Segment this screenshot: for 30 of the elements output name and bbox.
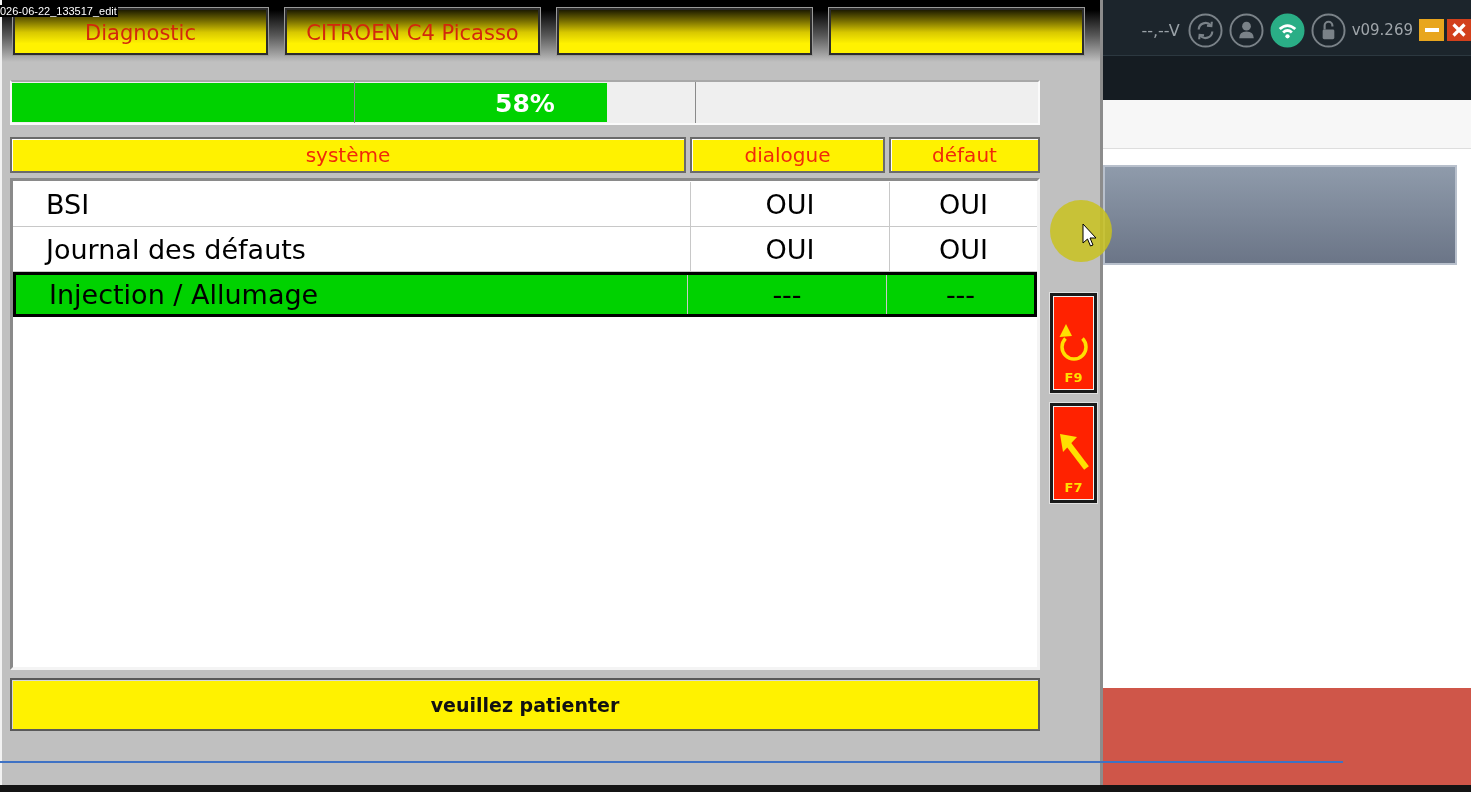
column-header: défaut bbox=[889, 137, 1040, 173]
recording-title: 026-06-22_133517_edit bbox=[0, 5, 118, 17]
close-button[interactable] bbox=[1447, 19, 1471, 41]
progress-reading: 58% bbox=[495, 88, 555, 117]
minimize-icon bbox=[1424, 28, 1439, 32]
voltage-reading: --,--V bbox=[1141, 20, 1180, 40]
circular-arrow-icon bbox=[1058, 322, 1089, 362]
cursor-icon bbox=[1049, 199, 1113, 263]
header-button[interactable] bbox=[829, 8, 1084, 55]
table-cell-text: Injection / Allumage bbox=[48, 278, 320, 312]
table-cell-text: Journal des défauts bbox=[43, 232, 307, 267]
table-cell: OUI bbox=[690, 182, 889, 226]
table-row[interactable]: Injection / Allumage --- --- bbox=[13, 272, 1037, 317]
header-button[interactable] bbox=[557, 8, 812, 55]
table-cell-text: BSI bbox=[45, 187, 91, 222]
refresh-button[interactable]: F9 bbox=[1050, 293, 1097, 393]
header-button[interactable]: CITROEN C4 Picasso bbox=[285, 8, 540, 55]
table-cell: OUI bbox=[690, 227, 889, 271]
table-row[interactable]: BSI OUI OUI bbox=[13, 182, 1037, 227]
table-cell: OUI bbox=[889, 182, 1037, 226]
close-icon bbox=[1452, 23, 1466, 37]
column-header: système bbox=[10, 137, 686, 173]
table-cell: --- bbox=[687, 275, 886, 314]
table-cell: OUI bbox=[889, 227, 1037, 271]
up-left-arrow-icon bbox=[1058, 432, 1089, 472]
table-cell: --- bbox=[886, 275, 1034, 314]
version-label: v09.269 bbox=[1351, 21, 1413, 39]
column-header: dialogue bbox=[690, 137, 885, 173]
back-button[interactable]: F7 bbox=[1050, 403, 1097, 503]
status-message: veuillez patienter bbox=[10, 678, 1040, 731]
